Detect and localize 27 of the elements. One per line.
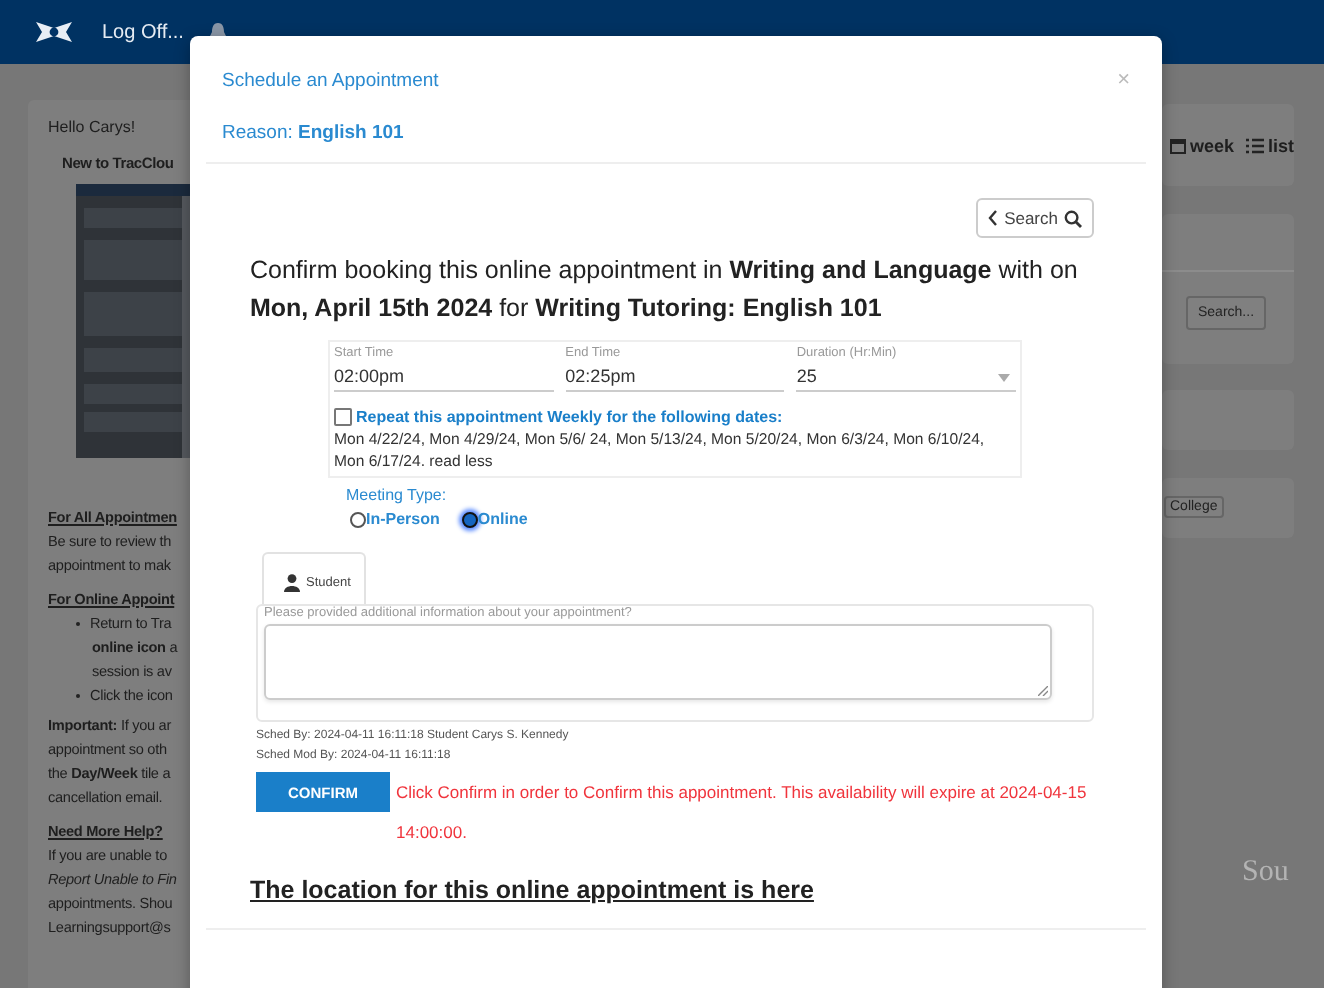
view-link[interactable]: week <box>1170 135 1235 155</box>
view-link[interactable]: list <box>1246 135 1295 155</box>
confirmation-message: Confirm booking this online appointment in Writing and Language with on Mon, April 15th 2024 for Writing Tutoring: English 101 <box>250 254 1080 326</box>
info-card <box>1162 390 1294 450</box>
log-off-link[interactable]: Log Off... <box>102 21 184 43</box>
search-button[interactable]: Search <box>976 198 1094 238</box>
radio-button[interactable] <box>461 511 478 527</box>
caret-icon <box>998 374 1011 382</box>
expiry-notice: Click Confirm in order to Confirm this appointment. This availability will expire at 2024-04-15 14:00:00. <box>396 780 1089 846</box>
meeting-type-option[interactable]: Online <box>461 510 528 528</box>
logo-icon[interactable] <box>32 16 76 48</box>
resize-grip-icon <box>1038 686 1048 696</box>
chevron-left-icon <box>988 210 999 226</box>
greeting-text: Hello Carys! <box>48 118 138 136</box>
meeting-type-label: Meeting Type: <box>346 486 449 504</box>
reason-text: Reason: English 101 <box>220 120 406 144</box>
repeat-label: Repeat this appointment Weekly for the following dates: <box>356 408 783 426</box>
footer-logo-text: Sou <box>1242 854 1289 890</box>
meeting-type-option[interactable]: In-Person <box>350 510 440 528</box>
calendar-icon <box>1170 137 1186 153</box>
repeat-checkbox[interactable] <box>334 408 352 426</box>
location-link[interactable]: The location for this online appointment is here <box>250 876 1094 904</box>
list-icon <box>1246 137 1265 153</box>
radio-button[interactable] <box>350 511 366 527</box>
search-icon <box>1064 209 1082 227</box>
dialog-title: Schedule an Appointment <box>222 69 439 91</box>
person-icon <box>284 573 300 591</box>
